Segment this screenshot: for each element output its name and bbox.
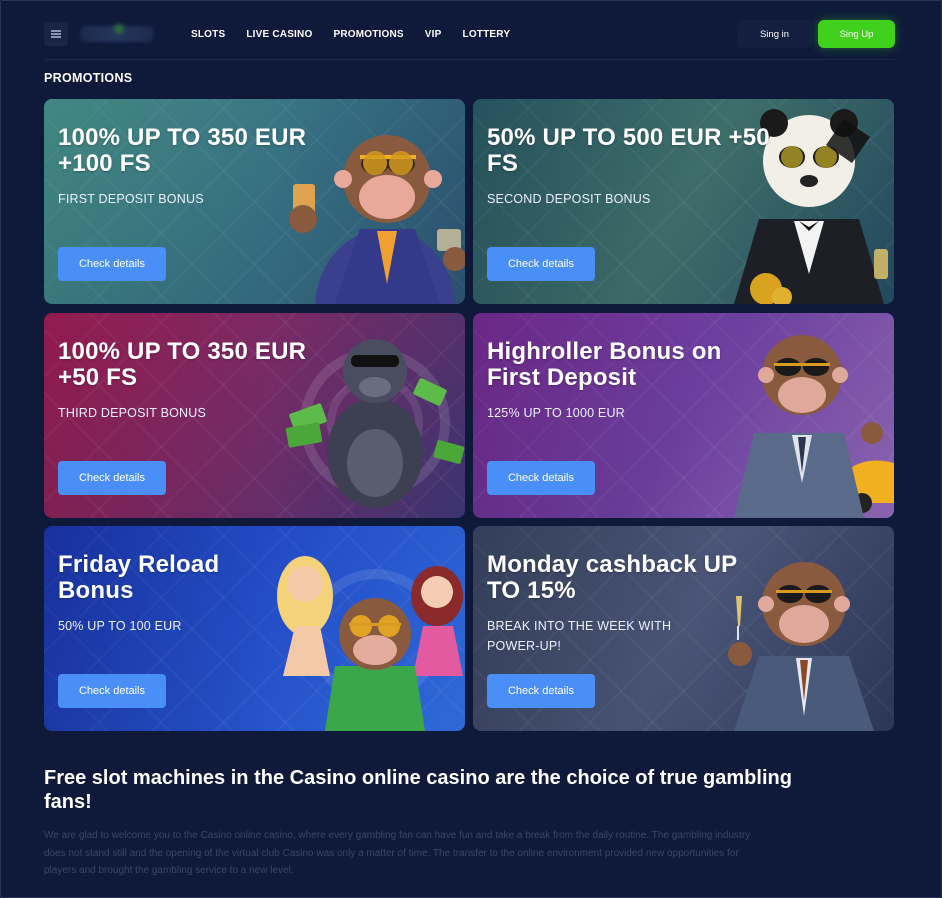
promo-subtitle: 125% UP TO 1000 EUR [487,406,625,420]
check-details-button[interactable]: Check details [58,247,166,281]
promo-title: 100% UP TO 350 EUR +50 FS [58,338,307,391]
site-header: SLOTS LIVE CASINO PROMOTIONS VIP LOTTERY… [44,18,895,50]
sign-up-button[interactable]: Sing Up [818,20,895,48]
section-title: PROMOTIONS [44,71,133,85]
promo-subtitle: SECOND DEPOSIT BONUS [487,192,651,206]
promo-title: Friday Reload Bonus [58,551,220,604]
monkey-girls-illustration [277,556,463,731]
promo-title: 50% UP TO 500 EUR +50 FS [487,124,770,177]
check-details-button[interactable]: Check details [487,247,595,281]
nav-vip[interactable]: VIP [425,29,442,40]
promo-card-monday-cashback[interactable]: Monday cashback UP TO 15% BREAK INTO THE… [473,526,894,731]
logo-mark [114,24,124,34]
main-nav: SLOTS LIVE CASINO PROMOTIONS VIP LOTTERY [191,18,510,50]
nav-slots[interactable]: SLOTS [191,29,225,40]
promo-card-third-deposit[interactable]: 100% UP TO 350 EUR +50 FS THIRD DEPOSIT … [44,313,465,518]
nav-live-casino[interactable]: LIVE CASINO [246,29,312,40]
header-divider [44,59,895,60]
promo-card-second-deposit[interactable]: 50% UP TO 500 EUR +50 FS SECOND DEPOSIT … [473,99,894,304]
promo-title: 100% UP TO 350 EUR +100 FS [58,124,307,177]
promo-subtitle: FIRST DEPOSIT BONUS [58,192,204,206]
promo-card-friday-reload[interactable]: Friday Reload Bonus 50% UP TO 100 EUR Ch… [44,526,465,731]
nav-promotions[interactable]: PROMOTIONS [333,29,403,40]
menu-icon[interactable] [44,22,68,46]
sign-in-button[interactable]: Sing in [737,20,812,48]
check-details-button[interactable]: Check details [487,674,595,708]
promo-card-highroller[interactable]: Highroller Bonus on First Deposit 125% U… [473,313,894,518]
seo-paragraph: We are glad to welcome you to the Casino… [44,830,751,876]
seo-heading: Free slot machines in the Casino online … [44,767,792,813]
promo-subtitle: BREAK INTO THE WEEK WITH POWER-UP! [487,619,672,653]
promo-card-first-deposit[interactable]: 100% UP TO 350 EUR +100 FS FIRST DEPOSIT… [44,99,465,304]
promo-subtitle: 50% UP TO 100 EUR [58,619,182,633]
promo-subtitle: THIRD DEPOSIT BONUS [58,406,207,420]
promo-title: Highroller Bonus on First Deposit [487,338,722,391]
promo-title: Monday cashback UP TO 15% [487,551,737,604]
nav-lottery[interactable]: LOTTERY [463,29,511,40]
check-details-button[interactable]: Check details [58,461,166,495]
check-details-button[interactable]: Check details [58,674,166,708]
check-details-button[interactable]: Check details [487,461,595,495]
